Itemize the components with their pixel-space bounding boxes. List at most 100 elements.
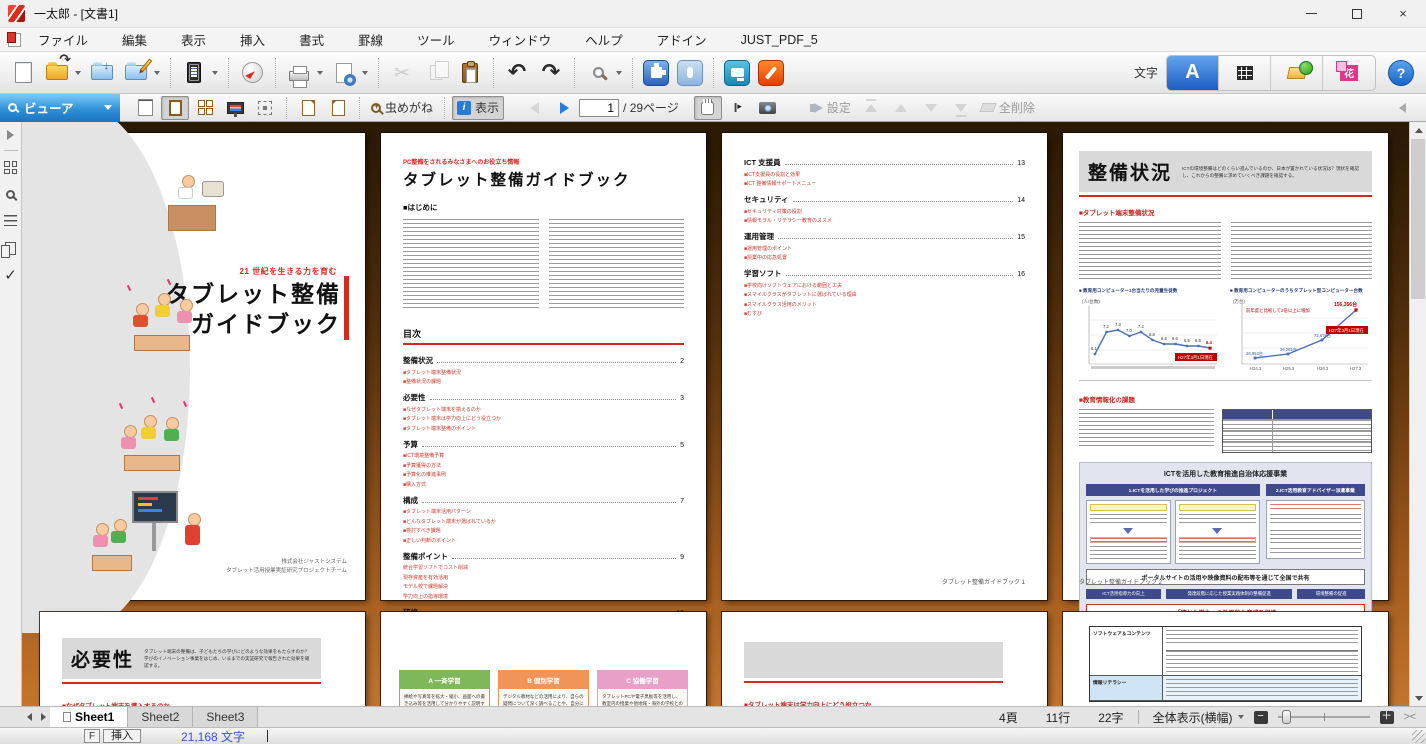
pages-panel-icon[interactable] (5, 242, 16, 255)
paste-button[interactable] (453, 56, 487, 90)
search-panel-icon[interactable] (6, 190, 15, 199)
display-info-button[interactable]: i表示 (452, 96, 504, 120)
check-panel-icon[interactable]: ✓ (4, 271, 17, 281)
new-document-button[interactable] (6, 56, 40, 90)
marker-settings-button[interactable]: 設定 (798, 96, 855, 120)
menu-tools[interactable]: ツール (400, 28, 472, 51)
text-view-button[interactable] (131, 96, 159, 120)
open-button[interactable] (40, 56, 74, 90)
viewer-mode-button[interactable]: ビューア (0, 94, 120, 122)
zoom-slider-thumb[interactable] (1282, 710, 1291, 724)
insert-mode-button[interactable]: 挿入 (103, 729, 141, 743)
font-status-button[interactable]: F (84, 729, 100, 743)
menu-file[interactable]: ファイル (21, 28, 105, 51)
collapse-toolbar-button[interactable] (1399, 103, 1406, 113)
sheet-tab-1[interactable]: Sheet1 (50, 707, 128, 728)
resize-grip[interactable] (1412, 730, 1425, 743)
scroll-down-button[interactable] (1410, 690, 1426, 706)
learning-box-c: C 協働学習 タブレットPCや電子黒板等を活用し、教室内の授業や他地域・海外の学… (597, 670, 688, 706)
addon-button[interactable] (639, 56, 673, 90)
tablet-icon (187, 62, 201, 83)
cut-button[interactable]: ✂ (385, 56, 419, 90)
close-button[interactable]: × (1380, 0, 1426, 27)
copy-button[interactable] (419, 56, 453, 90)
menu-view[interactable]: 表示 (164, 28, 223, 51)
single-page-view-button[interactable] (161, 96, 189, 120)
jump-down-button[interactable] (917, 96, 945, 120)
zoom-out-button[interactable]: − (1254, 711, 1268, 724)
scroll-up-button[interactable] (1410, 122, 1426, 138)
comment-tool-button[interactable] (720, 56, 754, 90)
sheet-tab-2[interactable]: Sheet2 (128, 707, 193, 728)
shape-mode-button[interactable] (1271, 56, 1323, 90)
previous-page-button[interactable] (520, 96, 548, 120)
zoom-mode-selector[interactable]: 全体表示(横幅) (1139, 709, 1237, 726)
camera-icon (759, 102, 776, 114)
maximize-button[interactable] (1334, 0, 1380, 27)
jump-up-button[interactable] (887, 96, 915, 120)
hscroll-right-button[interactable]: > (1394, 711, 1420, 723)
jump-last-button[interactable] (947, 96, 975, 120)
menu-border[interactable]: 罫線 (341, 28, 400, 51)
table-mode-button[interactable] (1219, 56, 1271, 90)
outline-panel-icon[interactable] (4, 215, 17, 226)
delete-all-markers-button[interactable]: 全削除 (977, 96, 1039, 120)
document-canvas[interactable]: 21 世紀を生きる力を育む タブレット整備 ガイドブック 株式会社ジャストシステ… (22, 122, 1426, 706)
open-dropdown-arrow[interactable] (75, 71, 81, 75)
print-settings-dropdown-arrow[interactable] (362, 71, 368, 75)
zoom-in-button[interactable]: ＋ (1380, 711, 1394, 724)
tablet-view-button[interactable] (177, 56, 211, 90)
text-mode-button[interactable]: A (1167, 56, 1219, 90)
menu-addin[interactable]: アドイン (640, 28, 724, 51)
vertical-scrollbar-thumb[interactable] (1411, 139, 1425, 299)
page-fold-right-button[interactable] (324, 96, 352, 120)
voice-input-button[interactable] (673, 56, 707, 90)
menu-just-pdf5[interactable]: JUST_PDF_5 (724, 28, 835, 51)
minimize-button[interactable] (1288, 0, 1334, 27)
menu-window[interactable]: ウィンドウ (472, 28, 569, 51)
tab-scroll-right-button[interactable] (36, 707, 50, 727)
snapshot-button[interactable] (754, 96, 782, 120)
print-button[interactable] (282, 56, 316, 90)
navigation-button[interactable] (235, 56, 269, 90)
multi-page-view-button[interactable] (191, 96, 219, 120)
zoom-mode-dropdown-arrow[interactable] (1238, 715, 1244, 719)
menu-insert[interactable]: 挿入 (223, 28, 282, 51)
tab-scroll-left-button[interactable] (22, 707, 36, 727)
hana-moji-button[interactable]: 花 (1323, 56, 1375, 90)
tablet-view-dropdown-arrow[interactable] (212, 71, 218, 75)
print-settings-button[interactable] (327, 56, 361, 90)
save-as-button[interactable] (119, 56, 153, 90)
presentation-view-button[interactable] (221, 96, 249, 120)
undo-button[interactable]: ↶ (500, 56, 534, 90)
thumbnail-panel-icon[interactable] (4, 161, 17, 174)
fit-view-button[interactable] (251, 96, 279, 120)
document-system-icon[interactable] (8, 33, 21, 47)
menu-format[interactable]: 書式 (282, 28, 341, 51)
jump-first-button[interactable] (857, 96, 885, 120)
next-page-button[interactable] (550, 96, 578, 120)
help-button[interactable]: ? (1388, 60, 1414, 86)
sidebar-expand-button[interactable] (7, 130, 14, 140)
highlighter-tool-button[interactable] (754, 56, 788, 90)
zoom-slider[interactable] (1278, 716, 1370, 718)
select-tool-button[interactable]: I (724, 96, 752, 120)
page4-section2: ■教育情報化の課題 (1079, 394, 1372, 404)
save-as-dropdown-arrow[interactable] (154, 71, 160, 75)
document-page-6: A 一斉学習 挿絵や写真等を拡大・縮小、画面への書き込み等を活用して分かりやすく… (381, 612, 706, 706)
search-button[interactable] (581, 56, 615, 90)
menu-edit[interactable]: 編集 (105, 28, 164, 51)
page-fold-left-button[interactable] (294, 96, 322, 120)
highlighter-icon (758, 60, 784, 86)
redo-button[interactable]: ↷ (534, 56, 568, 90)
vertical-scrollbar[interactable] (1409, 122, 1426, 706)
hand-tool-button[interactable] (694, 96, 722, 120)
print-dropdown-arrow[interactable] (317, 71, 323, 75)
save-button[interactable] (85, 56, 119, 90)
menu-help[interactable]: ヘルプ (568, 28, 640, 51)
loupe-tool-button[interactable]: 虫めがね (367, 96, 437, 120)
chart-students-per-computer: ■ 教育用コンピューター1台当たりの児童生徒数 (人/台数) (1079, 288, 1221, 379)
page-number-input[interactable] (579, 99, 619, 117)
sheet-tab-3[interactable]: Sheet3 (193, 707, 258, 728)
search-dropdown-arrow[interactable] (616, 71, 622, 75)
